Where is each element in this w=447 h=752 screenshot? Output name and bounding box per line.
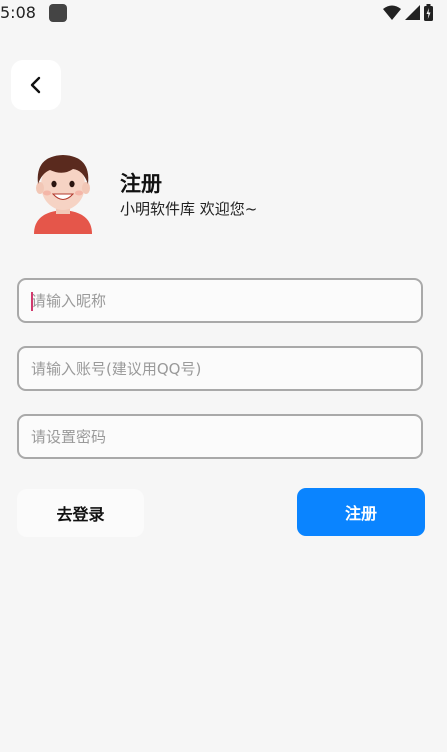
notification-app-icon — [49, 4, 67, 22]
password-input[interactable] — [19, 416, 421, 457]
go-login-button[interactable]: 去登录 — [17, 489, 144, 537]
nickname-input[interactable] — [19, 280, 421, 321]
signal-icon — [405, 5, 420, 20]
status-time: 5:08 — [0, 3, 36, 22]
welcome-subtitle: 小明软件库 欢迎您~ — [120, 200, 258, 218]
status-icons — [383, 4, 433, 21]
back-button[interactable] — [11, 60, 61, 110]
page-title: 注册 — [120, 172, 162, 196]
account-field[interactable] — [17, 346, 423, 391]
wifi-icon — [383, 5, 401, 20]
battery-icon — [424, 4, 433, 21]
chevron-left-icon — [30, 76, 41, 94]
status-bar: 5:08 — [0, 0, 447, 28]
nickname-field[interactable] — [17, 278, 423, 323]
register-button[interactable]: 注册 — [297, 488, 425, 536]
account-input[interactable] — [19, 348, 421, 389]
password-field[interactable] — [17, 414, 423, 459]
text-cursor — [31, 292, 33, 311]
avatar — [34, 155, 92, 234]
